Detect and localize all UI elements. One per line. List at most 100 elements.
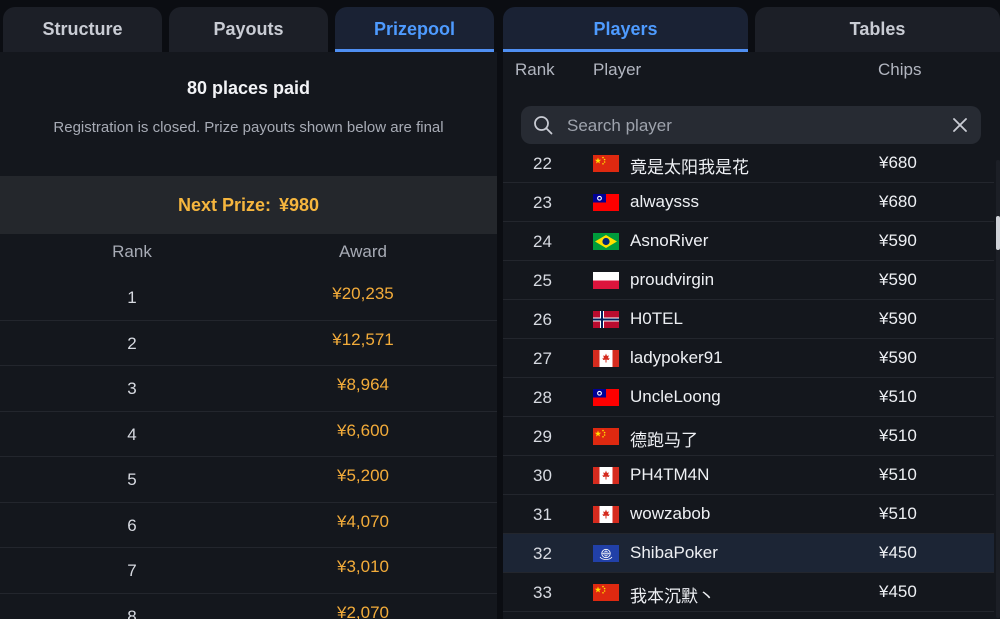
- player-name: H0TEL: [630, 309, 683, 328]
- player-name: ladypoker91: [630, 348, 723, 367]
- rank-cell: 6: [127, 515, 137, 535]
- player-column-header: Player: [593, 60, 642, 79]
- award-cell: ¥8,964: [337, 375, 389, 394]
- prizepool-panel: Structure Payouts Prizepool 80 places pa…: [0, 0, 497, 619]
- player-row[interactable]: 27 ladypoker91 ¥590: [503, 339, 994, 378]
- left-tab-bar: Structure Payouts Prizepool: [0, 0, 497, 52]
- player-chips: ¥590: [879, 231, 917, 250]
- award-column-header: Award: [339, 242, 387, 261]
- china-flag-icon: [593, 428, 619, 445]
- next-prize-value: ¥980: [279, 194, 320, 215]
- player-list[interactable]: 22 竟是太阳我是花 ¥680 23 alwaysss ¥680 24 AsnoRiver ¥5…: [503, 152, 994, 619]
- tab-players[interactable]: Players: [503, 7, 748, 52]
- table-row: 2 ¥12,571: [0, 321, 497, 366]
- un-flag-icon: [593, 545, 619, 562]
- right-tab-bar: Players Tables: [503, 0, 1000, 52]
- rank-cell: 3: [127, 379, 137, 398]
- poland-flag-icon: [593, 272, 619, 289]
- player-row[interactable]: 31 wowzabob ¥510: [503, 495, 994, 534]
- player-chips: ¥450: [879, 582, 917, 601]
- rank-cell: 4: [127, 424, 137, 444]
- award-cell: ¥2,070: [337, 602, 389, 619]
- tab-tables[interactable]: Tables: [755, 7, 1000, 52]
- table-row: 1 ¥20,235: [0, 275, 497, 321]
- rank-column-header: Rank: [112, 242, 152, 261]
- players-body: Rank Player Chips 22 竟是太阳我是花 ¥680 23 alwayss…: [503, 52, 1000, 619]
- player-name: alwaysss: [630, 192, 699, 211]
- rank-cell: 7: [127, 561, 137, 580]
- player-row[interactable]: 26 H0TEL ¥590: [503, 300, 994, 339]
- tab-prizepool[interactable]: Prizepool: [335, 7, 494, 52]
- player-chips: ¥590: [879, 348, 917, 367]
- award-cell: ¥5,200: [337, 466, 389, 485]
- places-paid: 80 places paid: [186, 78, 311, 98]
- player-row[interactable]: 25 proudvirgin ¥590: [503, 261, 994, 300]
- player-chips: ¥510: [879, 465, 917, 484]
- player-chips: ¥590: [879, 270, 917, 289]
- payout-table-header: Rank Award: [0, 242, 497, 268]
- player-name: AsnoRiver: [630, 231, 709, 250]
- search-icon: [534, 116, 553, 135]
- player-rank: 31: [533, 505, 552, 524]
- player-row[interactable]: 30 PH4TM4N ¥510: [503, 456, 994, 495]
- table-row: 4 ¥6,600: [0, 412, 497, 457]
- table-row: 7 ¥3,010: [0, 548, 497, 594]
- tab-structure[interactable]: Structure: [3, 7, 162, 52]
- player-row[interactable]: 24 AsnoRiver ¥590: [503, 222, 994, 261]
- player-list-rows: 22 竟是太阳我是花 ¥680 23 alwaysss ¥680 24 AsnoRiver ¥5…: [503, 152, 994, 612]
- scrollbar-thumb[interactable]: [996, 216, 1000, 250]
- next-prize-label: Next Prize:: [177, 194, 271, 215]
- clear-search-icon[interactable]: [951, 116, 969, 134]
- payout-table[interactable]: 1 ¥20,235 2 ¥12,571 3 ¥8,964 4 ¥6,600 5 ¥5,20…: [0, 275, 497, 619]
- table-row: 8 ¥2,070: [0, 594, 497, 619]
- brazil-flag-icon: [593, 233, 619, 250]
- chips-column-header: Chips: [878, 60, 922, 79]
- player-rank: 29: [533, 427, 552, 446]
- player-rank: 27: [533, 349, 552, 368]
- player-rank: 33: [533, 583, 552, 602]
- player-chips: ¥590: [879, 309, 917, 328]
- player-name: 我本沉默丶: [630, 587, 715, 606]
- player-name: PH4TM4N: [630, 465, 710, 484]
- china-flag-icon: [593, 584, 619, 601]
- player-row[interactable]: 33 我本沉默丶 ¥450: [503, 573, 994, 612]
- prizepool-body: 80 places paid Registration is closed. P…: [0, 52, 497, 619]
- player-row[interactable]: 28 UncleLoong ¥510: [503, 378, 994, 417]
- award-cell: ¥4,070: [337, 511, 389, 531]
- player-name: proudvirgin: [630, 270, 715, 289]
- player-rank: 25: [533, 271, 552, 290]
- canada-flag-icon: [593, 506, 619, 523]
- rank-cell: 5: [127, 470, 137, 489]
- player-row[interactable]: 29 德跑马了 ¥510: [503, 417, 994, 456]
- registration-note: Registration is closed. Prize payouts sh…: [53, 119, 444, 136]
- next-prize-banner: Next Prize: ¥980: [0, 176, 497, 234]
- player-rank: 22: [533, 154, 552, 173]
- player-row[interactable]: 22 竟是太阳我是花 ¥680: [503, 152, 994, 183]
- player-chips: ¥510: [879, 387, 917, 406]
- norway-flag-icon: [593, 311, 619, 328]
- rank-cell: 8: [127, 606, 137, 619]
- player-row[interactable]: 23 alwaysss ¥680: [503, 183, 994, 222]
- player-name: wowzabob: [630, 504, 711, 523]
- player-rank: 32: [533, 544, 552, 563]
- award-cell: ¥12,571: [332, 329, 394, 349]
- award-cell: ¥6,600: [337, 420, 389, 440]
- player-chips: ¥510: [879, 426, 917, 445]
- table-row: 6 ¥4,070: [0, 503, 497, 548]
- rank-cell: 2: [127, 333, 137, 353]
- player-chips: ¥510: [879, 504, 917, 523]
- player-row[interactable]: 32 ShibaPoker ¥450: [503, 534, 994, 573]
- rank-cell: 1: [127, 288, 137, 307]
- player-rank: 28: [533, 388, 552, 407]
- award-cell: ¥20,235: [332, 284, 394, 303]
- taiwan-flag-icon: [593, 194, 619, 211]
- search-input[interactable]: [565, 106, 949, 146]
- china-flag-icon: [593, 155, 619, 172]
- rank-column-header: Rank: [515, 60, 555, 79]
- player-chips: ¥450: [879, 543, 917, 562]
- canada-flag-icon: [593, 467, 619, 484]
- player-rank: 24: [533, 232, 552, 251]
- player-name: UncleLoong: [630, 387, 721, 406]
- player-rank: 30: [533, 466, 552, 485]
- tab-payouts[interactable]: Payouts: [169, 7, 328, 52]
